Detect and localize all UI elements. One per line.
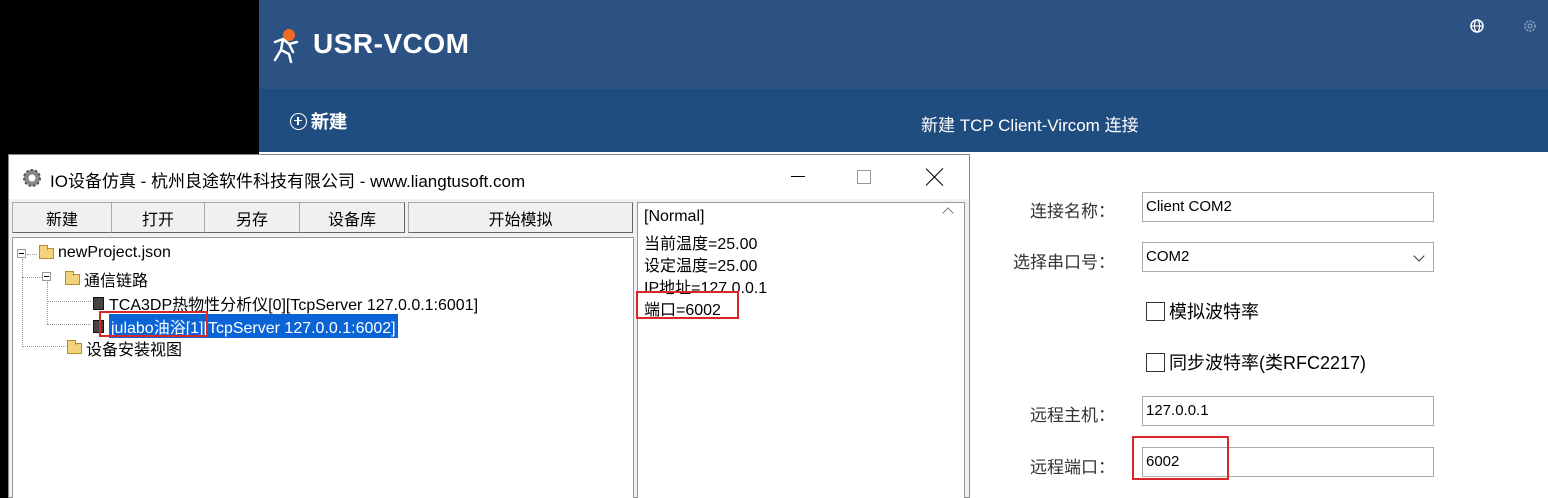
remote-port-highlight bbox=[1132, 436, 1229, 480]
device-detail-panel: [Normal] 当前温度=25.00 设定温度=25.00 IP地址=127.… bbox=[637, 202, 965, 498]
remote-port-label: 远程端口： bbox=[1030, 458, 1115, 477]
open-button[interactable]: 打开 bbox=[111, 202, 205, 233]
close-icon[interactable] bbox=[925, 167, 945, 187]
detail-set-temp: 设定温度=25.00 bbox=[644, 258, 758, 275]
folder-icon bbox=[39, 244, 54, 259]
tree-comm-link-node[interactable]: 通信链路 bbox=[65, 267, 148, 291]
save-as-button[interactable]: 另存 bbox=[204, 202, 300, 233]
tree-root-node[interactable]: newProject.json bbox=[39, 244, 171, 262]
start-simulation-button[interactable]: 开始模拟 bbox=[408, 202, 633, 233]
checkbox-box[interactable] bbox=[1146, 301, 1165, 321]
scroll-up-icon[interactable] bbox=[942, 207, 954, 219]
globe-icon[interactable] bbox=[1468, 17, 1486, 35]
tree-line bbox=[22, 277, 42, 278]
folder-icon bbox=[67, 339, 82, 354]
new-button-label: 新建 bbox=[311, 112, 347, 132]
tree-line bbox=[47, 282, 48, 324]
tree-line bbox=[22, 259, 23, 345]
tree-comm-link-label: 通信链路 bbox=[84, 273, 149, 290]
device2-rest: 1][TcpServer 127.0.0.1:6002] bbox=[190, 320, 396, 337]
vcom-toolbar: 新建 bbox=[259, 89, 1548, 152]
checkbox-box[interactable] bbox=[1146, 352, 1165, 372]
device-library-button[interactable]: 设备库 bbox=[299, 202, 405, 233]
gear-icon[interactable] bbox=[1521, 17, 1539, 35]
new-connection-button[interactable]: 新建 bbox=[290, 108, 347, 134]
chevron-down-icon bbox=[1413, 250, 1425, 262]
window-title: IO设备仿真 - 杭州良途软件科技有限公司 - www.liangtusoft.… bbox=[50, 172, 526, 191]
tree-install-view-label: 设备安装视图 bbox=[86, 342, 183, 359]
maximize-icon[interactable] bbox=[857, 170, 871, 184]
sim-baud-label: 模拟波特率 bbox=[1169, 302, 1259, 322]
connection-name-label: 连接名称： bbox=[1030, 202, 1115, 221]
port-highlight bbox=[636, 291, 739, 319]
tree-line bbox=[27, 254, 37, 255]
serial-port-label: 选择串口号： bbox=[1013, 253, 1115, 272]
remote-host-label: 远程主机： bbox=[1030, 406, 1115, 425]
tree-root-label: newProject.json bbox=[58, 244, 171, 261]
sync-baud-label: 同步波特率(类RFC2217) bbox=[1169, 353, 1367, 373]
project-tree: newProject.json 通信链路 TCA3DP热物性分析仪[0][Tcp… bbox=[12, 237, 634, 498]
collapse-icon[interactable] bbox=[17, 249, 26, 258]
logo-icon bbox=[273, 29, 299, 64]
device-name-highlight bbox=[99, 311, 208, 337]
detail-current-temp: 当前温度=25.00 bbox=[644, 236, 758, 253]
collapse-icon[interactable] bbox=[42, 272, 51, 281]
tree-line bbox=[22, 346, 66, 347]
sim-baud-checkbox[interactable]: 模拟波特率 bbox=[1146, 298, 1259, 324]
connection-title: 新建 TCP Client-Vircom 连接 bbox=[921, 116, 1139, 135]
remote-host-input[interactable]: 127.0.0.1 bbox=[1142, 396, 1434, 426]
connection-name-input[interactable]: Client COM2 bbox=[1142, 192, 1434, 222]
tree-line bbox=[47, 301, 91, 302]
tree-install-view-node[interactable]: 设备安装视图 bbox=[67, 336, 182, 360]
app-gear-icon bbox=[23, 169, 41, 187]
tree-line bbox=[47, 324, 91, 325]
detail-status: [Normal] bbox=[644, 208, 705, 225]
vcom-header: USR-VCOM bbox=[259, 0, 1548, 89]
add-circle-icon bbox=[290, 112, 307, 130]
sync-baud-checkbox[interactable]: 同步波特率(类RFC2217) bbox=[1146, 349, 1366, 375]
serial-port-value: COM2 bbox=[1146, 248, 1190, 265]
io-titlebar: IO设备仿真 - 杭州良途软件科技有限公司 - www.liangtusoft.… bbox=[9, 155, 969, 199]
serial-port-select[interactable]: COM2 bbox=[1142, 242, 1434, 272]
device-icon bbox=[93, 296, 104, 310]
new-project-button[interactable]: 新建 bbox=[12, 202, 112, 233]
minimize-icon[interactable] bbox=[791, 176, 805, 177]
folder-icon bbox=[65, 270, 80, 285]
app-title: USR-VCOM bbox=[313, 28, 470, 59]
